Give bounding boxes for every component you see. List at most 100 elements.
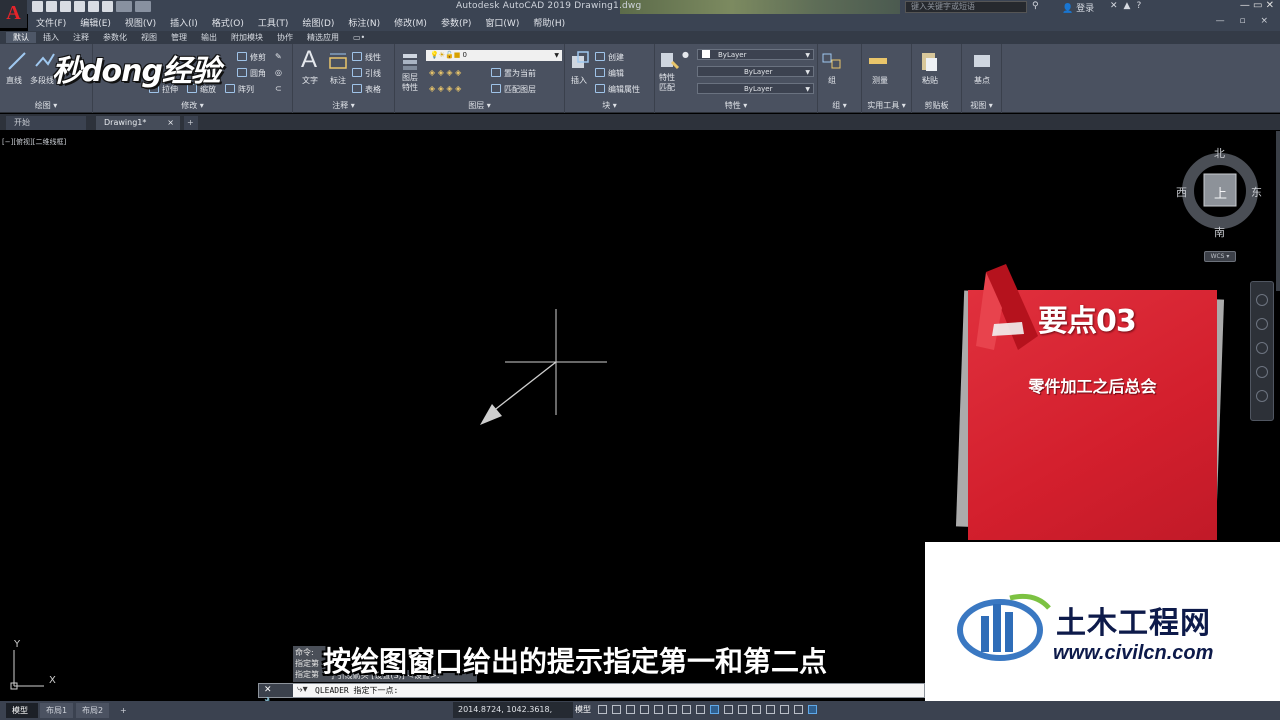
undo-icon[interactable]: [116, 1, 132, 12]
match-properties-icon[interactable]: [658, 50, 680, 72]
save-as-icon[interactable]: [88, 1, 99, 12]
edit-block-button[interactable]: 编辑: [595, 68, 624, 79]
panel-clipboard-title[interactable]: 剪贴板: [912, 100, 961, 111]
app-logo-button[interactable]: A: [0, 0, 27, 28]
panel-groups-title[interactable]: 组 ▾: [818, 100, 861, 111]
measure-button[interactable]: 测量: [872, 75, 888, 86]
text-icon[interactable]: A: [301, 46, 317, 74]
dynamic-ucs-icon[interactable]: [780, 705, 789, 714]
tab-panel-toggle[interactable]: ▭•: [346, 33, 372, 42]
panel-annotation-title[interactable]: 注释 ▾: [293, 100, 394, 111]
offset-icon[interactable]: ⊂: [275, 84, 282, 93]
new-tab-button[interactable]: +: [184, 116, 198, 130]
add-layout-button[interactable]: +: [114, 703, 133, 718]
isodraft-icon[interactable]: [682, 705, 691, 714]
dynamic-input-icon[interactable]: [640, 705, 649, 714]
base-view-button[interactable]: 基点: [974, 75, 990, 86]
polyline-button[interactable]: 多段线: [30, 75, 54, 86]
model-space-button[interactable]: 模型: [575, 704, 591, 715]
menu-help[interactable]: 帮助(H): [533, 16, 565, 29]
close-icon[interactable]: ×: [167, 116, 174, 129]
zoom-icon[interactable]: [1256, 342, 1268, 354]
command-input[interactable]: QLEADER 指定下一点:: [315, 685, 398, 696]
3d-osnap-icon[interactable]: [766, 705, 775, 714]
menu-edit[interactable]: 编辑(E): [80, 16, 111, 29]
viewcube-south[interactable]: 南: [1214, 224, 1225, 240]
tab-featured-apps[interactable]: 精选应用: [300, 32, 346, 43]
pencil-icon[interactable]: ✎: [275, 52, 282, 61]
open-file-icon[interactable]: [60, 1, 71, 12]
panel-draw-title[interactable]: 绘图 ▾: [0, 100, 92, 111]
layout-tab-2[interactable]: 布局2: [76, 703, 110, 718]
selection-filter-icon[interactable]: [794, 705, 803, 714]
autodesk-account-icon[interactable]: ▲: [1124, 1, 1131, 11]
menu-draw[interactable]: 绘图(D): [302, 16, 334, 29]
command-line[interactable]: ✕ 🔧 ⤷▾ QLEADER 指定下一点:: [258, 683, 925, 708]
group-icon[interactable]: [821, 50, 843, 72]
tab-manage[interactable]: 管理: [164, 32, 194, 43]
menu-modify[interactable]: 修改(M): [394, 16, 427, 29]
object-snap-tracking-icon[interactable]: [696, 705, 705, 714]
array-button[interactable]: 阵列: [225, 84, 254, 95]
panel-layers-title[interactable]: 图层 ▾: [395, 100, 564, 111]
paste-icon[interactable]: [918, 50, 940, 72]
match-layer-button[interactable]: 匹配图层: [491, 84, 536, 95]
transparency-icon[interactable]: [738, 705, 747, 714]
tab-output[interactable]: 输出: [194, 32, 224, 43]
showmotion-icon[interactable]: [1256, 390, 1268, 402]
menu-window[interactable]: 窗口(W): [485, 16, 519, 29]
paste-button[interactable]: 粘贴: [922, 75, 938, 86]
steering-wheel-icon[interactable]: [1256, 294, 1268, 306]
menu-file[interactable]: 文件(F): [36, 16, 66, 29]
base-view-icon[interactable]: [971, 50, 993, 72]
insert-icon[interactable]: [569, 50, 591, 72]
layer-properties-icon[interactable]: [400, 50, 422, 72]
menu-view[interactable]: 视图(V): [125, 16, 156, 29]
redo-icon[interactable]: [135, 1, 151, 12]
menu-format[interactable]: 格式(O): [212, 16, 244, 29]
object-snap-icon[interactable]: [710, 705, 719, 714]
new-file-icon[interactable]: [46, 1, 57, 12]
text-button[interactable]: 文字: [302, 75, 318, 86]
match-properties-button[interactable]: 特性 匹配: [659, 73, 675, 93]
fillet-button[interactable]: 圆角: [237, 68, 266, 79]
plot-icon[interactable]: [102, 1, 113, 12]
viewcube-east[interactable]: 东: [1251, 184, 1262, 200]
color-dropdown[interactable]: ByLayer ▼: [697, 49, 814, 60]
group-button[interactable]: 组: [828, 75, 836, 86]
copy-icon[interactable]: ◎: [275, 68, 282, 77]
create-block-button[interactable]: 创建: [595, 52, 624, 63]
viewport-controls[interactable]: [−][俯视][二维线框]: [2, 137, 66, 147]
lineweight-dropdown[interactable]: ByLayer ▼: [697, 83, 814, 94]
menu-parametric[interactable]: 参数(P): [441, 16, 471, 29]
linetype-dropdown[interactable]: ByLayer ▼: [697, 66, 814, 77]
trim-button[interactable]: 修剪: [237, 52, 266, 63]
dimension-icon[interactable]: [327, 50, 349, 72]
ortho-icon[interactable]: [654, 705, 663, 714]
polar-icon[interactable]: [668, 705, 677, 714]
line-button[interactable]: 直线: [6, 75, 22, 86]
infer-constraints-icon[interactable]: [626, 705, 635, 714]
coordinate-readout[interactable]: 2014.8724, 1042.3618, 0.0000: [453, 702, 573, 718]
line-icon[interactable]: [6, 50, 28, 72]
edit-attributes-button[interactable]: 编辑属性: [595, 84, 640, 95]
selection-cycling-icon[interactable]: [752, 705, 761, 714]
layer-properties-button[interactable]: 图层 特性: [402, 73, 418, 93]
search-input[interactable]: 键入关键字或短语: [905, 1, 1027, 13]
pan-icon[interactable]: [1256, 318, 1268, 330]
tab-addins[interactable]: 附加模块: [224, 32, 270, 43]
tab-default[interactable]: 默认: [6, 32, 36, 43]
tab-collaborate[interactable]: 协作: [270, 32, 300, 43]
menu-insert[interactable]: 插入(I): [170, 16, 198, 29]
tab-annotate[interactable]: 注释: [66, 32, 96, 43]
layer-tools-row-2[interactable]: ◈ ◈ ◈ ◈: [429, 84, 461, 93]
orbit-icon[interactable]: [1256, 366, 1268, 378]
wcs-dropdown[interactable]: WCS ▾: [1204, 251, 1236, 262]
tab-insert[interactable]: 插入: [36, 32, 66, 43]
insert-button[interactable]: 插入: [571, 75, 587, 86]
panel-modify-title[interactable]: 修改 ▾: [93, 100, 292, 111]
lineweight-icon[interactable]: [724, 705, 733, 714]
layout-tab-model[interactable]: 模型: [6, 703, 38, 718]
window-controls[interactable]: — ▭ ✕: [1240, 0, 1274, 11]
menu-tools[interactable]: 工具(T): [258, 16, 289, 29]
